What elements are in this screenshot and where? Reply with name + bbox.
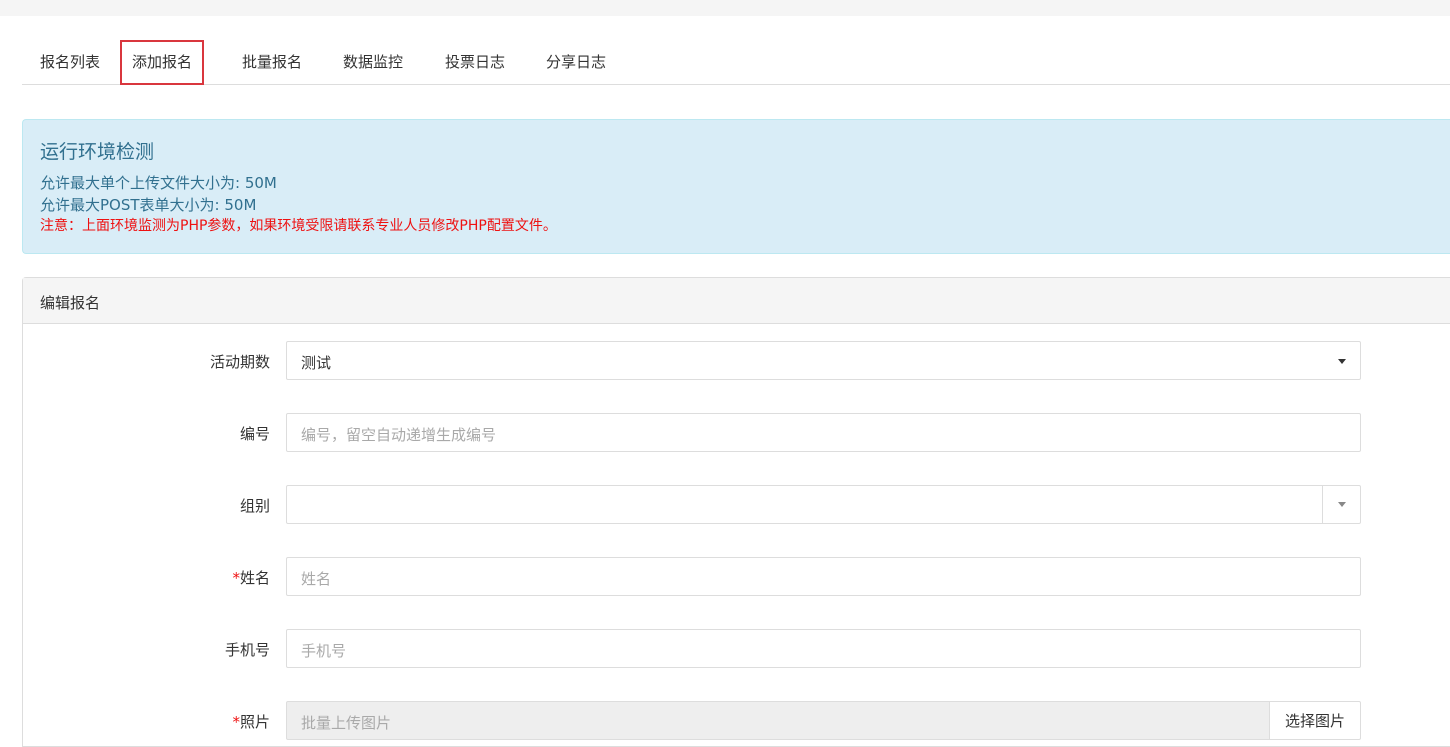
panel-title: 编辑报名 — [40, 294, 101, 312]
number-label: 编号 — [239, 425, 270, 443]
required-mark: * — [232, 713, 240, 731]
period-select[interactable]: 测试 — [286, 341, 1361, 380]
required-mark: * — [232, 569, 240, 587]
name-input[interactable]: 姓名 — [286, 557, 1361, 596]
environment-check-alert: 运行环境检测 允许最大单个上传文件大小为: 50M 允许最大POST表单大小为:… — [22, 119, 1450, 254]
phone-input[interactable]: 手机号 — [286, 629, 1361, 668]
warning-note: 注意：上面环境监测为PHP参数，如果环境受限请联系专业人员修改PHP配置文件。 — [40, 218, 557, 234]
form-row-number: 编号 编号，留空自动递增生成编号 — [23, 413, 1450, 452]
photo-label-text: 照片 — [239, 713, 270, 731]
tab-data-monitor[interactable]: 数据监控 — [343, 40, 403, 84]
form-row-phone: 手机号 手机号 — [23, 629, 1450, 668]
name-label: *姓名 — [232, 567, 270, 588]
form-row-group: 组别 — [23, 485, 1450, 524]
number-input[interactable]: 编号，留空自动递增生成编号 — [286, 413, 1361, 452]
period-selected-value: 测试 — [301, 354, 332, 372]
caret-down-icon — [1338, 502, 1346, 507]
form-row-name: *姓名 姓名 — [23, 557, 1450, 596]
number-placeholder: 编号，留空自动递增生成编号 — [301, 426, 497, 444]
top-bar — [0, 0, 1450, 16]
form-row-photo: *照片 批量上传图片 选择图片 — [23, 701, 1450, 740]
alert-title: 运行环境检测 — [40, 141, 155, 163]
form-row-period: 活动期数 测试 — [23, 341, 1450, 380]
phone-label: 手机号 — [224, 641, 270, 659]
phone-placeholder: 手机号 — [301, 642, 347, 660]
name-label-text: 姓名 — [239, 569, 270, 587]
tab-bar: 报名列表 添加报名 批量报名 数据监控 投票日志 分享日志 — [22, 40, 1450, 85]
tab-vote-log[interactable]: 投票日志 — [445, 40, 505, 84]
photo-label: *照片 — [232, 711, 270, 732]
tab-signup-list[interactable]: 报名列表 — [40, 40, 100, 84]
tab-share-log[interactable]: 分享日志 — [546, 40, 606, 84]
choose-image-button[interactable]: 选择图片 — [1269, 701, 1361, 740]
photo-upload-input[interactable]: 批量上传图片 — [286, 701, 1270, 740]
edit-signup-panel: 编辑报名 活动期数 测试 编号 编号，留空自动递增生成编号 组别 *姓名 姓名 — [22, 277, 1450, 747]
name-placeholder: 姓名 — [301, 570, 332, 588]
caret-down-icon — [1338, 359, 1346, 364]
group-select[interactable] — [286, 485, 1361, 524]
panel-header: 编辑报名 — [23, 278, 1450, 324]
group-dropdown-toggle[interactable] — [1322, 486, 1360, 523]
upload-limit-text: 允许最大单个上传文件大小为: 50M — [40, 174, 277, 192]
tab-batch-signup[interactable]: 批量报名 — [242, 40, 302, 84]
post-limit-text: 允许最大POST表单大小为: 50M — [40, 196, 257, 214]
tab-add-signup[interactable]: 添加报名 — [120, 40, 205, 85]
group-label: 组别 — [239, 497, 270, 515]
period-label: 活动期数 — [209, 353, 270, 371]
photo-placeholder: 批量上传图片 — [301, 714, 392, 732]
